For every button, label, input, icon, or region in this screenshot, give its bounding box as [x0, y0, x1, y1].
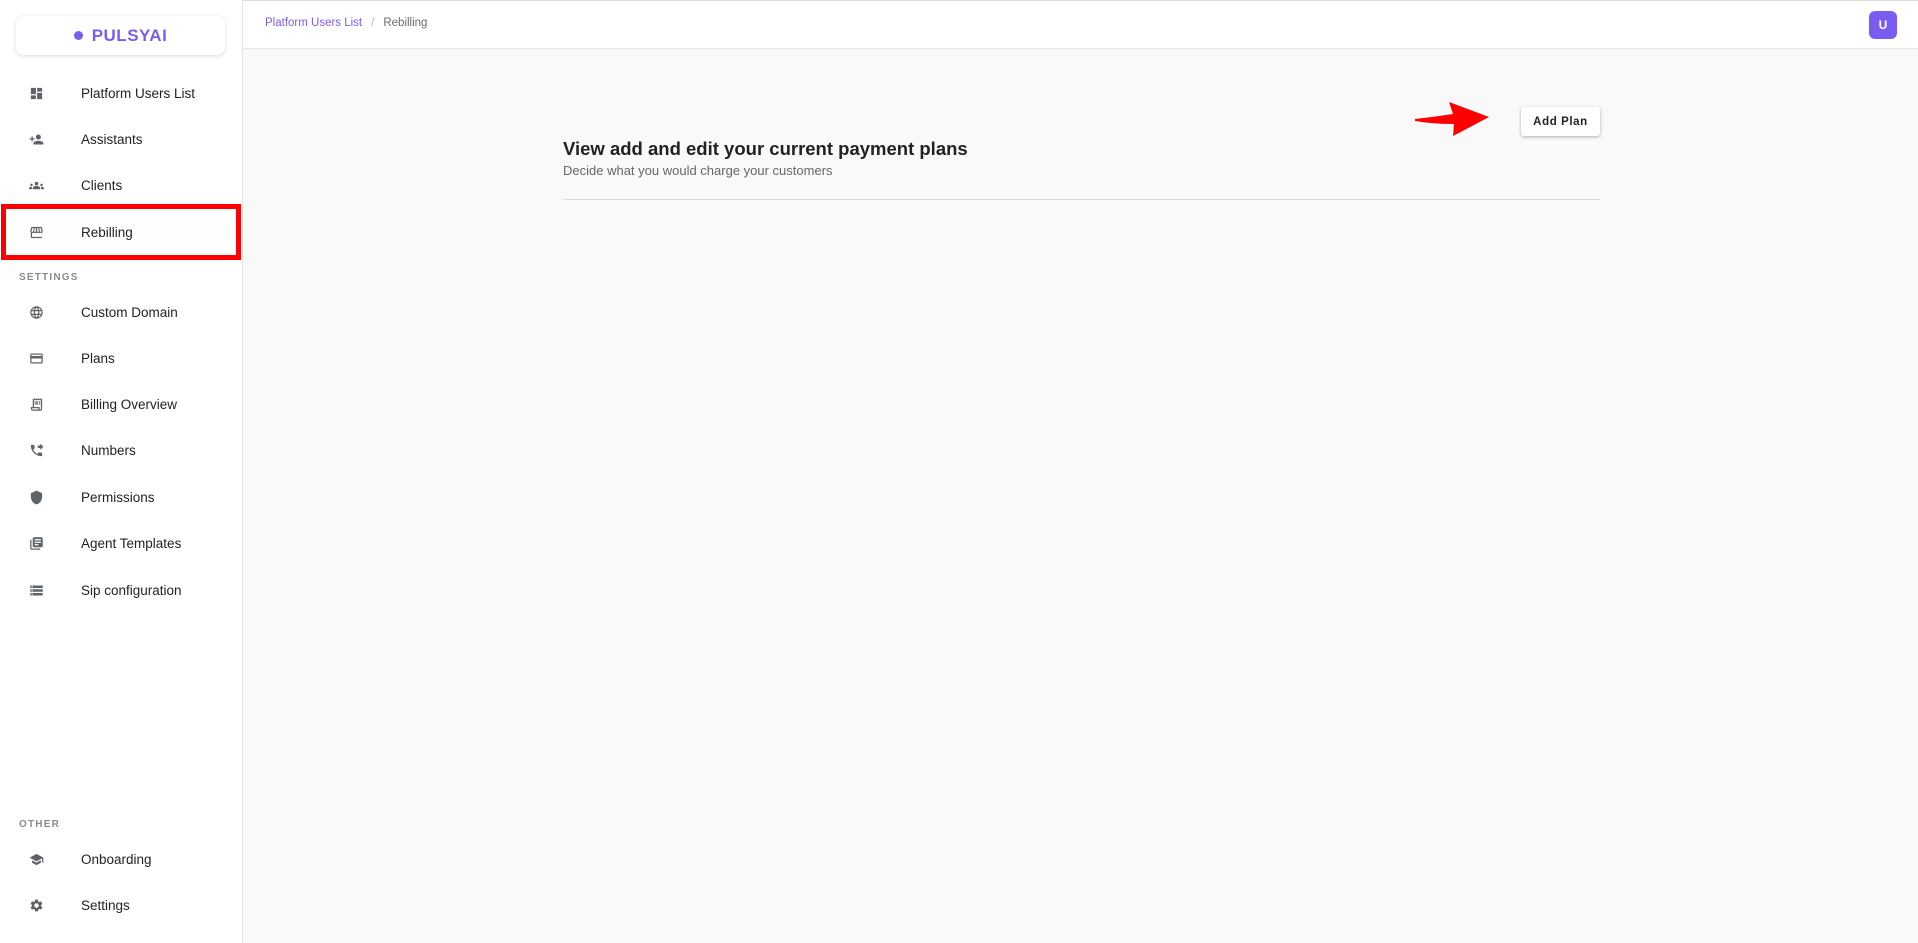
- breadcrumb-link-platform-users-list[interactable]: Platform Users List: [265, 17, 362, 29]
- sidebar-item-billing-overview[interactable]: Billing Overview: [0, 384, 243, 424]
- sidebar-item-label: Billing Overview: [81, 396, 178, 412]
- sidebar-item-sip-configuration[interactable]: Sip configuration: [0, 570, 243, 610]
- person-add-icon: [29, 132, 44, 147]
- storefront-icon: [29, 225, 44, 240]
- breadcrumb: Platform Users List / Rebilling: [265, 17, 427, 29]
- add-plan-button[interactable]: Add Plan: [1521, 107, 1600, 136]
- dashboard-icon: [29, 86, 44, 101]
- brand-logo[interactable]: PULSYAI: [16, 16, 225, 55]
- breadcrumb-current: Rebilling: [383, 17, 428, 29]
- globe-icon: [29, 305, 44, 320]
- library-books-icon: [29, 536, 44, 551]
- logo-dot-icon: [73, 31, 83, 40]
- sidebar-item-onboarding[interactable]: Onboarding: [0, 839, 243, 879]
- sidebar-item-label: Sip configuration: [81, 582, 182, 598]
- sidebar-item-label: Plans: [81, 350, 115, 366]
- sidebar-item-label: Agent Templates: [81, 535, 182, 551]
- sidebar-item-clients[interactable]: Clients: [0, 165, 243, 205]
- receipt-icon: [29, 397, 44, 412]
- sidebar-item-custom-domain[interactable]: Custom Domain: [0, 292, 243, 332]
- page-subtitle: Decide what you would charge your custom…: [563, 163, 833, 178]
- school-icon: [29, 852, 44, 867]
- divider: [563, 199, 1600, 200]
- sidebar-item-label: Custom Domain: [81, 304, 178, 320]
- group-icon: [29, 178, 44, 193]
- sidebar-item-assistants[interactable]: Assistants: [0, 119, 243, 159]
- page-title: View add and edit your current payment p…: [563, 138, 968, 159]
- sidebar-item-label: Onboarding: [81, 851, 152, 867]
- sidebar-item-agent-templates[interactable]: Agent Templates: [0, 523, 243, 563]
- red-arrow-annotation-icon: [1415, 102, 1489, 136]
- sidebar-item-label: Rebilling: [81, 224, 133, 240]
- top-bar: Platform Users List / Rebilling U: [243, 0, 1918, 49]
- other-section-label: OTHER: [19, 819, 60, 830]
- credit-card-icon: [29, 351, 44, 366]
- sidebar-item-rebilling[interactable]: Rebilling: [1, 204, 241, 260]
- storage-icon: [29, 583, 44, 598]
- sidebar-item-plans[interactable]: Plans: [0, 338, 243, 378]
- shield-icon: [29, 490, 44, 505]
- sidebar-item-label: Platform Users List: [81, 85, 196, 101]
- sidebar-item-permissions[interactable]: Permissions: [0, 477, 243, 517]
- sidebar-item-label: Settings: [81, 897, 130, 913]
- gear-icon: [29, 898, 44, 913]
- brand-name: PULSYAI: [91, 25, 168, 45]
- avatar[interactable]: U: [1869, 11, 1897, 39]
- breadcrumb-separator: /: [371, 17, 375, 29]
- sidebar-item-label: Assistants: [81, 131, 143, 147]
- settings-section-label: SETTINGS: [19, 272, 79, 283]
- sidebar-item-label: Numbers: [81, 442, 136, 458]
- sidebar-item-platform-users-list[interactable]: Platform Users List: [0, 73, 243, 113]
- sidebar-item-numbers[interactable]: Numbers: [0, 430, 243, 470]
- sidebar-item-label: Clients: [81, 177, 123, 193]
- sidebar-item-settings[interactable]: Settings: [0, 885, 243, 925]
- phone-forward-icon: [29, 443, 44, 458]
- sidebar-item-label: Permissions: [81, 489, 155, 505]
- sidebar: PULSYAI Platform Users List Assistants C…: [0, 0, 243, 943]
